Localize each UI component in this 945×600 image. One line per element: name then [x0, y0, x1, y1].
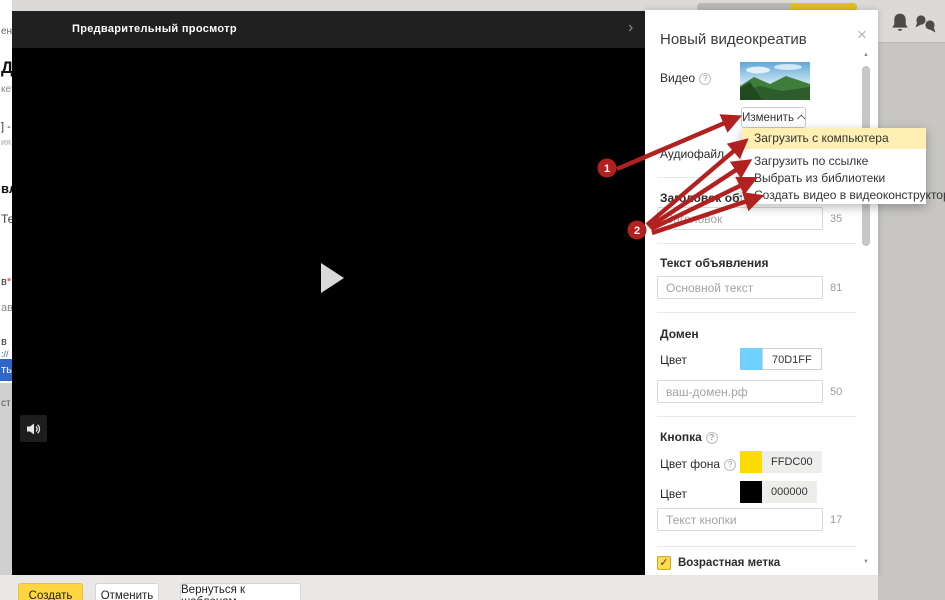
- bg-text-fragment: в: [1, 336, 7, 348]
- background-page-strip: ен Д кет ] - ия. вл Те в* ав в :// ть: [0, 0, 12, 383]
- change-video-label: Изменить: [742, 112, 794, 124]
- button-bg-color-swatch: [740, 451, 762, 473]
- comments-icon[interactable]: [913, 12, 937, 36]
- bg-required-field-fragment: в*: [1, 276, 11, 288]
- age-label-text: Возрастная метка: [678, 557, 780, 569]
- check-icon: ✓: [659, 557, 668, 569]
- play-icon[interactable]: [321, 263, 344, 293]
- video-thumbnail[interactable]: [740, 62, 810, 100]
- ad-text-label: Текст объявления: [660, 256, 768, 270]
- help-icon[interactable]: ?: [706, 432, 718, 444]
- chevron-right-icon[interactable]: ›: [628, 19, 633, 37]
- divider: [657, 312, 856, 313]
- preview-title: Предварительный просмотр: [72, 23, 237, 35]
- help-icon[interactable]: ?: [724, 459, 736, 471]
- menu-item-upload-from-computer[interactable]: Загрузить с компьютера: [742, 128, 926, 149]
- button-bg-color-label: Цвет фона?: [660, 457, 736, 471]
- chevron-up-icon: [797, 114, 805, 122]
- age-label-checkbox-row[interactable]: ✓ Возрастная метка: [657, 556, 780, 570]
- change-video-button[interactable]: Изменить: [741, 107, 806, 128]
- ad-text-input[interactable]: [657, 276, 823, 299]
- divider: [657, 416, 856, 417]
- button-bg-color-picker[interactable]: FFDC00: [740, 451, 822, 473]
- domain-counter: 50: [830, 386, 842, 398]
- background-page-gray-section: ст: [0, 383, 12, 575]
- close-icon[interactable]: ×: [857, 26, 867, 43]
- scroll-up-icon[interactable]: ▲: [861, 52, 871, 58]
- panel-title: Новый видеокреатив: [660, 31, 807, 48]
- bg-text-fragment: ] -: [1, 121, 11, 133]
- button-text-input[interactable]: [657, 508, 823, 531]
- change-video-dropdown-menu: Загрузить с компьютера Загрузить по ссыл…: [742, 128, 926, 204]
- age-label-checkbox[interactable]: ✓: [657, 556, 671, 570]
- ad-title-input[interactable]: [657, 207, 823, 230]
- back-to-templates-button[interactable]: Вернуться к шаблонам: [180, 583, 301, 600]
- domain-label: Домен: [660, 327, 699, 341]
- bg-text-fragment: ен: [1, 26, 12, 37]
- domain-color-label: Цвет: [660, 353, 687, 367]
- audio-file-label: Аудиофайл: [660, 147, 724, 161]
- ad-title-counter: 35: [830, 213, 842, 225]
- bell-icon[interactable]: [888, 11, 912, 35]
- button-section-label: Кнопка?: [660, 430, 718, 444]
- button-text-color-label: Цвет: [660, 487, 687, 501]
- menu-item-create-in-constructor[interactable]: Создать видео в видеоконструкторе: [742, 187, 926, 204]
- button-bg-color-value[interactable]: FFDC00: [762, 451, 822, 473]
- footer-bar: Создать Отменить Вернуться к шаблонам: [0, 575, 878, 600]
- help-icon[interactable]: ?: [699, 73, 711, 85]
- divider: [657, 243, 856, 244]
- new-video-creative-panel: Новый видеокреатив × Видео? Изменить Ауд…: [645, 10, 878, 575]
- preview-panel: Предварительный просмотр ›: [12, 11, 645, 575]
- video-creative-editor: ен Д кет ] - ия. вл Те в* ав в :// ть ст…: [0, 0, 945, 600]
- ad-text-counter: 81: [830, 282, 842, 294]
- menu-item-choose-from-library[interactable]: Выбрать из библиотеки: [742, 170, 926, 187]
- domain-color-picker[interactable]: 70D1FF: [740, 348, 822, 370]
- divider: [657, 546, 856, 547]
- domain-input[interactable]: [657, 380, 823, 403]
- bg-text-fragment: ст: [1, 398, 11, 409]
- button-text-color-picker[interactable]: 000000: [740, 481, 817, 503]
- cancel-button[interactable]: Отменить: [95, 583, 159, 600]
- mute-button[interactable]: [20, 415, 47, 442]
- domain-color-value[interactable]: 70D1FF: [762, 348, 822, 370]
- domain-color-swatch: [740, 348, 762, 370]
- speaker-icon: [26, 422, 42, 436]
- create-button[interactable]: Создать: [18, 583, 83, 600]
- bg-link-fragment[interactable]: ://: [1, 349, 9, 359]
- menu-item-upload-by-link[interactable]: Загрузить по ссылке: [742, 153, 926, 170]
- button-text-color-swatch: [740, 481, 762, 503]
- video-label: Видео?: [660, 71, 711, 85]
- scroll-down-icon[interactable]: ▼: [861, 559, 871, 565]
- button-text-color-value[interactable]: 000000: [762, 481, 817, 503]
- preview-header: Предварительный просмотр ›: [12, 11, 645, 48]
- button-text-counter: 17: [830, 514, 842, 526]
